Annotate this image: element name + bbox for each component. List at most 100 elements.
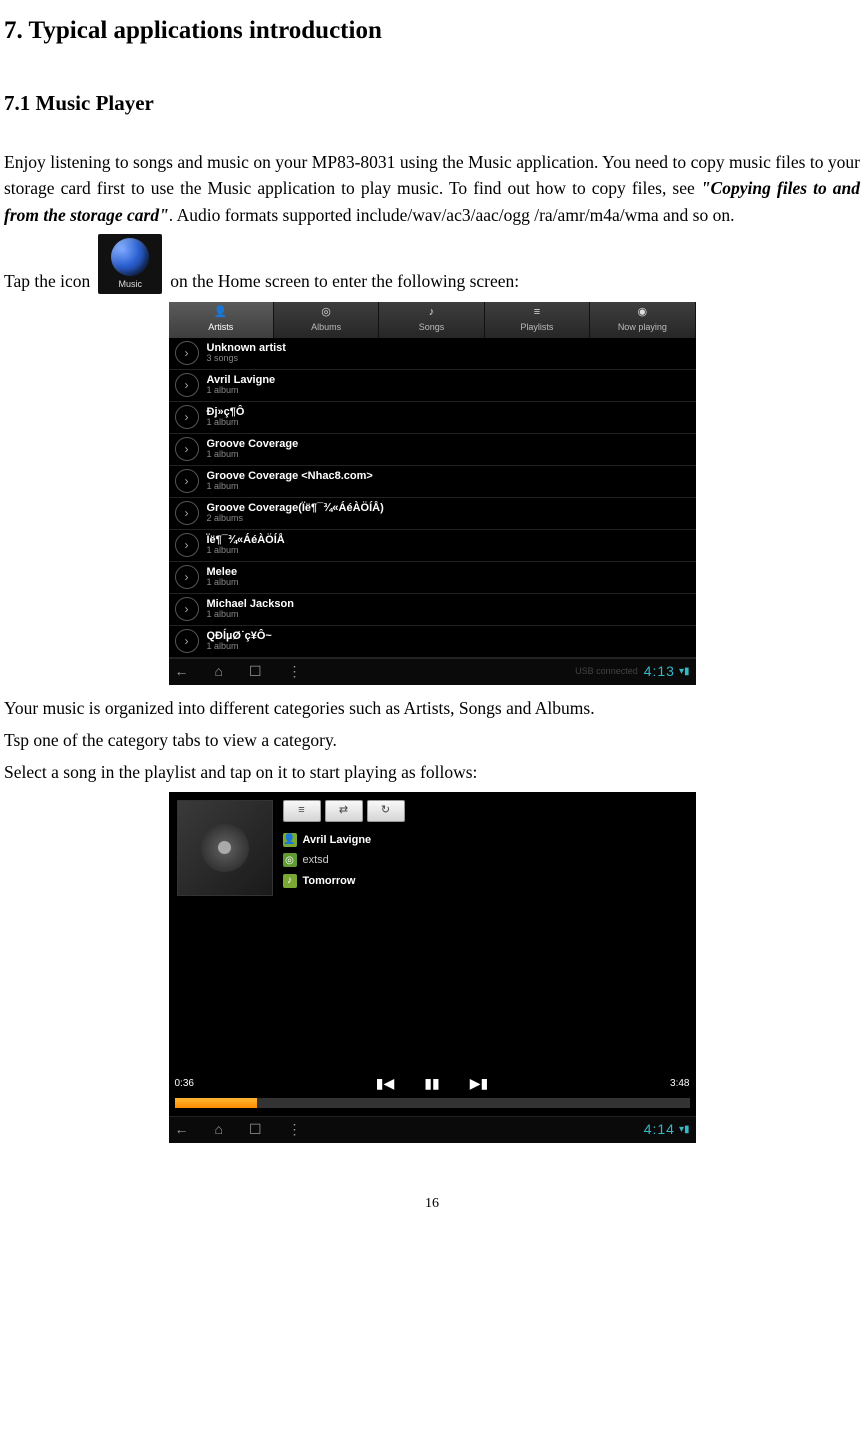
disc-icon [201,824,249,872]
music-icon-label: Music [118,278,142,292]
screenshot-now-playing: ≡ ⇄ ↻ 👤 Avril Lavigne ◎ extsd ♪ Tomorrow [169,792,696,1143]
tab-label: Albums [311,321,341,335]
time-total: 3:48 [670,1076,689,1091]
back-icon[interactable]: ← [175,1119,189,1140]
artist-row[interactable]: › Groove Coverage(Ïë¶¯¾«ÁéÀÖÍÅ)2 albums [169,498,696,530]
repeat-button[interactable]: ↻ [367,800,405,822]
album-art [177,800,273,896]
now-playing-artist: Avril Lavigne [303,832,372,849]
playlist-button[interactable]: ≡ [283,800,321,822]
expand-icon[interactable]: › [175,565,199,589]
artist-row[interactable]: › Ïë¶¯¾«ÁéÀÖÍÅ1 album [169,530,696,562]
expand-icon[interactable]: › [175,469,199,493]
tab-artists[interactable]: 👤Artists [169,302,274,338]
artist-info: Michael Jackson1 album [207,598,294,620]
pause-button[interactable]: ▮▮ [424,1073,439,1094]
android-navbar: ← ⌂ ☐ ⋮ USB connected 4:13 ▾▮ [169,658,696,685]
time-elapsed: 0:36 [175,1076,194,1091]
next-button[interactable]: ▶▮ [470,1073,488,1094]
artist-subtitle: 1 album [207,418,245,428]
expand-icon[interactable]: › [175,373,199,397]
songs-icon: ♪ [425,306,439,320]
artist-subtitle: 1 album [207,610,294,620]
artist-info: Đj»ç¶Ô1 album [207,406,245,428]
heading-section-7: 7. Typical applications introduction [4,12,860,50]
tap-icon-line: Tap the icon Music on the Home screen to… [4,234,860,294]
artist-row[interactable]: › Michael Jackson1 album [169,594,696,626]
artist-row[interactable]: › Đj»ç¶Ô1 album [169,402,696,434]
now-playing-icon: ◉ [635,306,649,320]
artist-info: Groove Coverage1 album [207,438,299,460]
paragraph-tap-tab: Tsp one of the category tabs to view a c… [4,727,860,753]
menu-icon[interactable]: ⋮ [288,661,302,682]
tab-now-playing[interactable]: ◉Now playing [590,302,695,338]
tab-label: Artists [208,321,233,335]
intro-text-c: . Audio formats supported include/wav/ac… [169,205,735,225]
artist-subtitle: 1 album [207,450,299,460]
expand-icon[interactable]: › [175,597,199,621]
clock: 4:13 [644,661,675,682]
tap-text-b: on the Home screen to enter the followin… [170,268,519,294]
artist-row[interactable]: › Melee1 album [169,562,696,594]
artist-info: Ïë¶¯¾«ÁéÀÖÍÅ1 album [207,534,285,556]
artist-row[interactable]: › Groove Coverage1 album [169,434,696,466]
paragraph-categories: Your music is organized into different c… [4,695,860,721]
artists-icon: 👤 [214,306,228,320]
expand-icon[interactable]: › [175,437,199,461]
heading-section-7-1: 7.1 Music Player [4,88,860,120]
artist-row[interactable]: › Avril Lavigne1 album [169,370,696,402]
tab-albums[interactable]: ◎Albums [274,302,379,338]
artist-info: Groove Coverage(Ïë¶¯¾«ÁéÀÖÍÅ)2 albums [207,502,384,524]
person-icon: 👤 [283,833,297,847]
recent-icon[interactable]: ☐ [249,1119,262,1140]
artist-row[interactable]: › Groove Coverage <Nhac8.com>1 album [169,466,696,498]
artist-subtitle: 1 album [207,482,373,492]
status-icons-2: ▾▮ [679,1122,690,1137]
status-icons: ▾▮ [679,664,690,679]
seek-fill [175,1098,257,1108]
artist-list: ›Unknown artist3 songs›Avril Lavigne1 al… [169,338,696,658]
intro-paragraph: Enjoy listening to songs and music on yo… [4,149,860,228]
speaker-icon [111,238,149,276]
seek-bar[interactable] [175,1098,690,1108]
expand-icon[interactable]: › [175,629,199,653]
tab-label: Now playing [618,321,667,335]
paragraph-select-song: Select a song in the playlist and tap on… [4,759,860,785]
android-navbar-2: ← ⌂ ☐ ⋮ 4:14 ▾▮ [169,1116,696,1143]
usb-status: USB connected [575,665,638,679]
expand-icon[interactable]: › [175,501,199,525]
shuffle-button[interactable]: ⇄ [325,800,363,822]
back-icon[interactable]: ← [175,661,189,682]
artist-info: Avril Lavigne1 album [207,374,276,396]
now-playing-song: Tomorrow [303,873,356,890]
artist-row[interactable]: ›Unknown artist3 songs [169,338,696,370]
tab-playlists[interactable]: ≡Playlists [485,302,590,338]
screenshot-artists: 👤Artists◎Albums♪Songs≡Playlists◉Now play… [169,302,696,685]
artist-row[interactable]: › QĐĺµØ˙ç¥Ô~1 album [169,626,696,658]
home-icon[interactable]: ⌂ [215,661,223,682]
artist-info: QĐĺµØ˙ç¥Ô~1 album [207,630,272,652]
tab-label: Songs [419,321,445,335]
tab-songs[interactable]: ♪Songs [379,302,484,338]
note-icon: ♪ [283,874,297,888]
prev-button[interactable]: ▮◀ [376,1073,394,1094]
artist-info: Groove Coverage <Nhac8.com>1 album [207,470,373,492]
expand-icon[interactable]: › [175,405,199,429]
artist-info: Melee1 album [207,566,239,588]
artist-subtitle: 3 songs [207,354,286,364]
player-body [169,904,696,1074]
artist-subtitle: 2 albums [207,514,384,524]
artist-subtitle: 1 album [207,386,276,396]
recent-icon[interactable]: ☐ [249,661,262,682]
tab-label: Playlists [520,321,553,335]
home-icon[interactable]: ⌂ [215,1119,223,1140]
menu-icon[interactable]: ⋮ [288,1119,302,1140]
clock-2: 4:14 [644,1119,675,1140]
now-playing-album: extsd [303,852,329,869]
playlists-icon: ≡ [530,306,544,320]
albums-icon: ◎ [319,306,333,320]
expand-icon[interactable]: › [175,341,199,365]
tap-text-a: Tap the icon [4,268,90,294]
artist-subtitle: 1 album [207,642,272,652]
expand-icon[interactable]: › [175,533,199,557]
